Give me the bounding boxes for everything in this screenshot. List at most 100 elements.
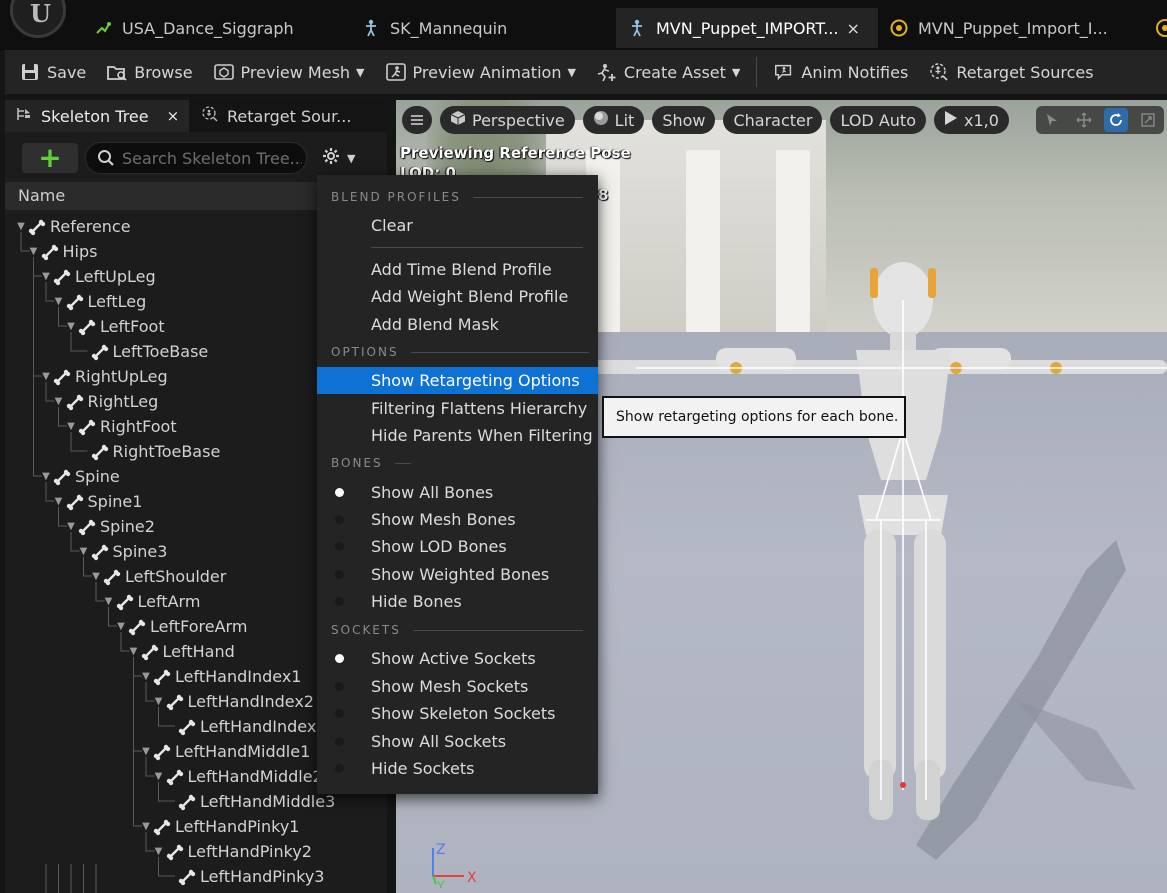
tree-row-lefthandmiddle3[interactable]: LeftHandMiddle3 — [165, 789, 335, 814]
tab-retarget-sources[interactable]: Retarget Sour... — [201, 100, 387, 132]
tree-row-spine3[interactable]: ▼ Spine3 — [78, 539, 168, 564]
playback-speed-dropdown[interactable]: x1,0 — [933, 106, 1009, 134]
menu-item-add-time-blend-profile[interactable]: Add Time Blend Profile — [317, 256, 598, 283]
unreal-logo[interactable]: U — [10, 0, 66, 38]
expand-arrow-icon[interactable]: ▼ — [28, 246, 40, 257]
expand-arrow-icon[interactable]: ▼ — [15, 221, 27, 232]
tree-row-spine[interactable]: ▼ Spine — [40, 464, 120, 489]
search-input[interactable] — [122, 148, 302, 168]
tree-row-rightleg[interactable]: ▼ RightLeg — [53, 389, 159, 414]
tree-row-leftupleg[interactable]: ▼ LeftUpLeg — [40, 264, 155, 289]
expand-arrow-icon[interactable]: ▼ — [53, 496, 65, 507]
tree-row-lefthandpinky3[interactable]: LeftHandPinky3 — [165, 864, 324, 889]
tree-row-spine2[interactable]: ▼ Spine2 — [65, 514, 155, 539]
anim-notifies-button[interactable]: Anim Notifies — [763, 50, 918, 94]
show-dropdown[interactable]: Show — [652, 106, 716, 134]
menu-item-add-blend-mask[interactable]: Add Blend Mask — [317, 311, 598, 338]
anim-notifies-icon — [773, 61, 795, 83]
add-button[interactable]: + — [22, 143, 78, 173]
tree-row-hips[interactable]: ▼ Hips — [28, 239, 98, 264]
lit-dropdown[interactable]: Lit — [582, 106, 645, 134]
menu-item-clear[interactable]: Clear — [317, 212, 598, 239]
retarget-sources-button[interactable]: Retarget Sources — [918, 50, 1103, 94]
expand-arrow-icon[interactable]: ▼ — [40, 471, 52, 482]
preview-mesh-dropdown[interactable]: Preview Mesh ▼ — [203, 50, 375, 94]
tree-row-lefthandpinky2[interactable]: ▼ LeftHandPinky2 — [153, 839, 312, 864]
menu-item-hide-sockets[interactable]: Hide Sockets — [317, 755, 598, 782]
expand-arrow-icon[interactable]: ▼ — [140, 746, 152, 757]
tree-row-lefthandindex1[interactable]: ▼ LeftHandIndex1 — [140, 664, 301, 689]
close-icon[interactable]: × — [167, 107, 180, 125]
tree-row-leftforearm[interactable]: ▼ LeftForeArm — [115, 614, 247, 639]
scale-icon[interactable] — [1136, 108, 1160, 132]
tree-row-reference[interactable]: ▼ Reference — [15, 214, 130, 239]
expand-arrow-icon[interactable]: ▼ — [140, 821, 152, 832]
translate-icon[interactable] — [1072, 108, 1096, 132]
tree-row-spine1[interactable]: ▼ Spine1 — [53, 489, 143, 514]
tree-row-lefthandpinky1[interactable]: ▼ LeftHandPinky1 — [140, 814, 299, 839]
tree-row-lefthandindex3[interactable]: LeftHandIndex3 — [165, 714, 326, 739]
expand-arrow-icon[interactable]: ▼ — [103, 596, 115, 607]
tree-row-lefthand[interactable]: ▼ LeftHand — [128, 639, 235, 664]
section-bones: BONES — [331, 455, 411, 471]
menu-item-hide-parents-when-filtering[interactable]: Hide Parents When Filtering — [317, 422, 598, 449]
tab-mvn-puppet-import-physics[interactable]: MVN_Puppet_Import_I... — [888, 8, 1138, 48]
expand-arrow-icon[interactable]: ▼ — [53, 396, 65, 407]
preview-animation-dropdown[interactable]: Preview Animation ▼ — [375, 50, 586, 94]
menu-item-add-weight-blend-profile[interactable]: Add Weight Blend Profile — [317, 283, 598, 310]
tree-row-rightupleg[interactable]: ▼ RightUpLeg — [40, 364, 168, 389]
menu-item-show-mesh-bones[interactable]: Show Mesh Bones — [317, 506, 598, 533]
create-asset-dropdown[interactable]: Create Asset ▼ — [586, 50, 750, 94]
tree-row-leftarm[interactable]: ▼ LeftArm — [103, 589, 201, 614]
browse-button[interactable]: Browse — [96, 50, 202, 94]
tree-row-righttoebase[interactable]: RightToeBase — [78, 439, 220, 464]
tab-mvn-puppet-import-active[interactable]: MVN_Puppet_IMPORT... × — [616, 8, 878, 48]
tab-skeleton-tree[interactable]: Skeleton Tree × — [5, 100, 189, 132]
tree-row-lefthandmiddle1[interactable]: ▼ LeftHandMiddle1 — [140, 739, 310, 764]
expand-arrow-icon[interactable]: ▼ — [153, 771, 165, 782]
expand-arrow-icon[interactable]: ▼ — [40, 271, 52, 282]
tree-row-lefthandmiddle2[interactable]: ▼ LeftHandMiddle2 — [153, 764, 323, 789]
rotate-icon[interactable] — [1104, 108, 1128, 132]
lod-dropdown[interactable]: LOD Auto — [830, 106, 926, 134]
menu-item-show-weighted-bones[interactable]: Show Weighted Bones — [317, 561, 598, 588]
tab-usa-dance-siggraph[interactable]: USA_Dance_Siggraph — [94, 8, 334, 48]
menu-item-show-all-bones[interactable]: Show All Bones — [317, 479, 598, 506]
expand-arrow-icon[interactable]: ▼ — [115, 621, 127, 632]
animation-sequence-icon — [94, 19, 112, 37]
expand-arrow-icon[interactable]: ▼ — [65, 321, 77, 332]
select-cursor-icon[interactable] — [1040, 108, 1064, 132]
expand-arrow-icon[interactable]: ▼ — [128, 646, 140, 657]
tree-row-leftleg[interactable]: ▼ LeftLeg — [53, 289, 147, 314]
tree-row-leftfoot[interactable]: ▼ LeftFoot — [65, 314, 164, 339]
expand-arrow-icon[interactable]: ▼ — [153, 696, 165, 707]
menu-item-show-mesh-sockets[interactable]: Show Mesh Sockets — [317, 673, 598, 700]
tree-row-leftshoulder[interactable]: ▼ LeftShoulder — [90, 564, 226, 589]
menu-item-show-all-sockets[interactable]: Show All Sockets — [317, 728, 598, 755]
expand-arrow-icon[interactable]: ▼ — [65, 521, 77, 532]
expand-arrow-icon[interactable]: ▼ — [140, 671, 152, 682]
tree-row-rightfoot[interactable]: ▼ RightFoot — [65, 414, 176, 439]
expand-arrow-icon[interactable]: ▼ — [40, 371, 52, 382]
expand-arrow-icon[interactable]: ▼ — [153, 846, 165, 857]
viewport-menu-button[interactable] — [402, 106, 432, 134]
expand-arrow-icon[interactable]: ▼ — [53, 296, 65, 307]
menu-item-show-retargeting-options[interactable]: Show Retargeting Options — [317, 367, 598, 394]
menu-item-filtering-flattens-hierarchy[interactable]: Filtering Flattens Hierarchy — [317, 395, 598, 422]
expand-arrow-icon[interactable]: ▼ — [65, 421, 77, 432]
expand-arrow-icon[interactable]: ▼ — [90, 571, 102, 582]
perspective-dropdown[interactable]: Perspective — [440, 106, 575, 134]
menu-item-show-skeleton-sockets[interactable]: Show Skeleton Sockets — [317, 700, 598, 727]
chevron-down-icon: ▼ — [731, 65, 741, 79]
menu-item-show-active-sockets[interactable]: Show Active Sockets — [317, 645, 598, 672]
close-icon[interactable]: × — [847, 19, 860, 38]
tab-sk-mannequin[interactable]: SK_Mannequin — [362, 8, 602, 48]
tree-row-lefttoebase[interactable]: LeftToeBase — [78, 339, 208, 364]
expand-arrow-icon[interactable]: ▼ — [78, 546, 90, 557]
menu-item-hide-bones[interactable]: Hide Bones — [317, 588, 598, 615]
menu-item-show-lod-bones[interactable]: Show LOD Bones — [317, 533, 598, 560]
settings-dropdown-button[interactable]: ▼ — [321, 144, 355, 172]
save-button[interactable]: Save — [5, 50, 96, 94]
character-dropdown[interactable]: Character — [723, 106, 823, 134]
tree-row-lefthandindex2[interactable]: ▼ LeftHandIndex2 — [153, 689, 314, 714]
